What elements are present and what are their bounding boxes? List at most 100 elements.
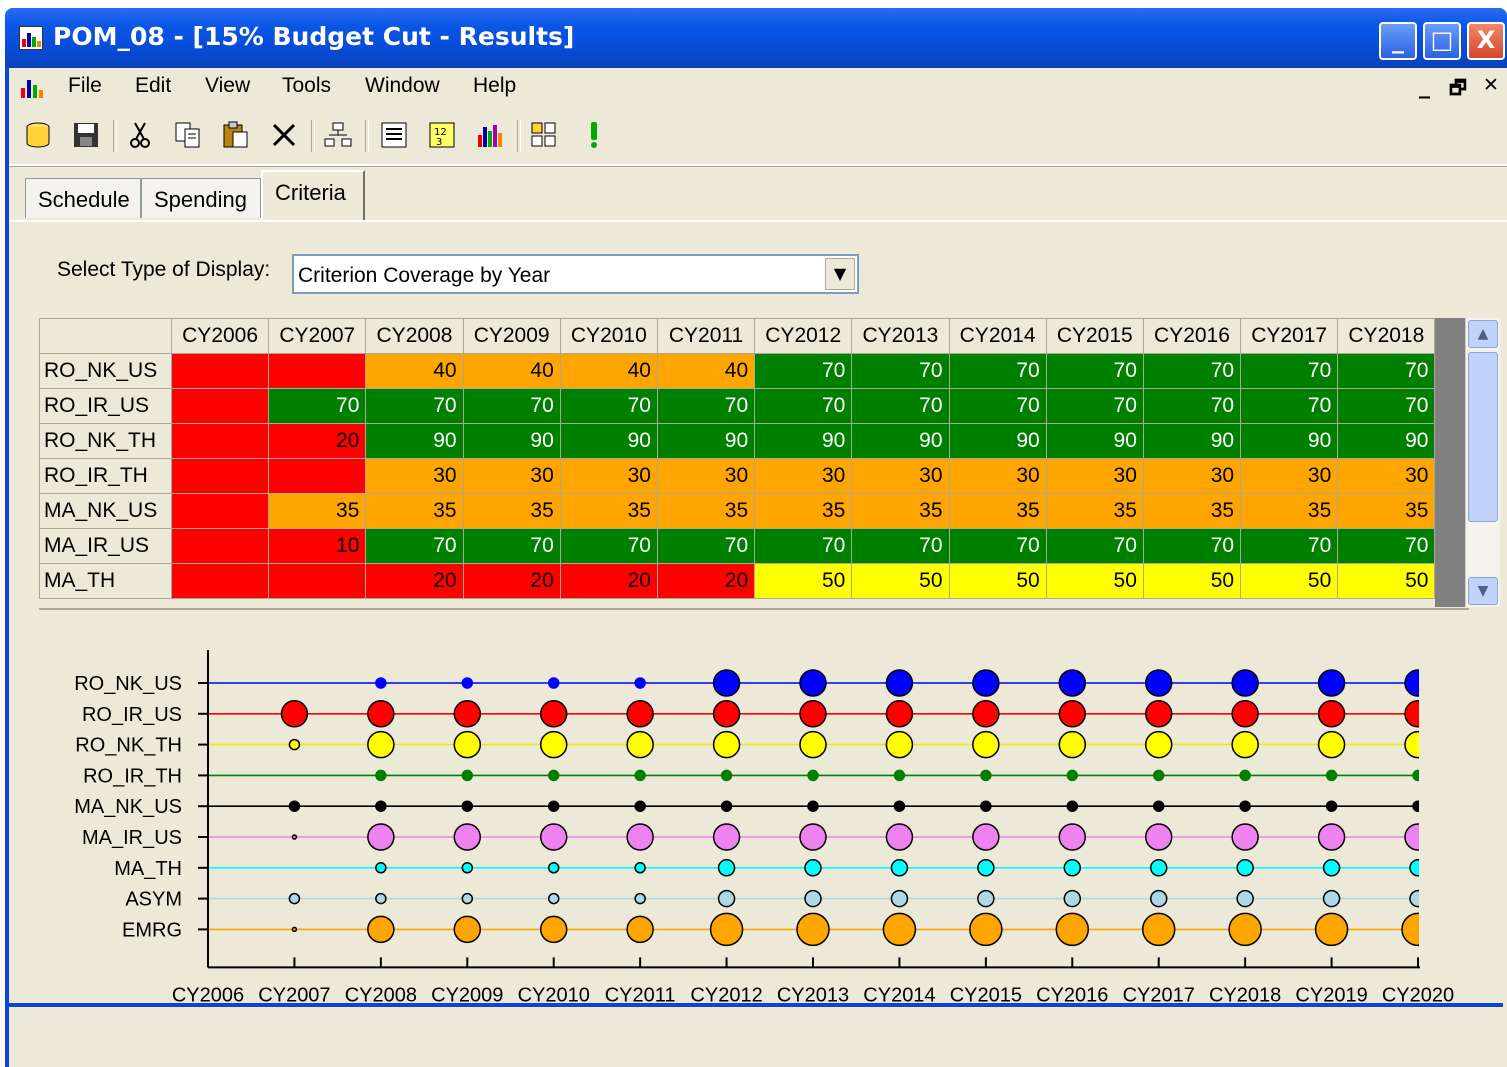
table-cell[interactable]: 35	[1240, 493, 1339, 529]
table-cell[interactable]	[170, 458, 270, 494]
row-header[interactable]: RO_NK_US	[39, 353, 172, 389]
table-cell[interactable]: 70	[948, 528, 1047, 564]
vertical-scrollbar[interactable]: ▲ ▼	[1465, 318, 1500, 607]
row-header[interactable]: MA_NK_US	[39, 493, 172, 529]
table-cell[interactable]: 50	[948, 563, 1047, 599]
table-cell[interactable]: 40	[365, 353, 464, 389]
table-cell[interactable]: 20	[268, 423, 367, 459]
tab-spending[interactable]: Spending	[141, 178, 261, 218]
save-icon[interactable]	[69, 118, 103, 152]
table-cell[interactable]: 20	[559, 563, 658, 599]
mdi-chart-icon[interactable]	[19, 76, 43, 100]
table-cell[interactable]: 35	[462, 493, 561, 529]
table-cell[interactable]: 30	[656, 458, 756, 494]
title-bar[interactable]: POM_08 - [15% Budget Cut - Results] _ □ …	[5, 8, 1507, 68]
table-cell[interactable]: 70	[1240, 528, 1339, 564]
table-cell[interactable]: 35	[1337, 493, 1436, 529]
table-cell[interactable]	[268, 353, 367, 389]
table-cell[interactable]: 30	[365, 458, 464, 494]
scroll-thumb[interactable]	[1468, 352, 1498, 522]
column-header[interactable]: CY2006	[170, 318, 270, 354]
scroll-down-icon[interactable]: ▼	[1468, 577, 1498, 605]
display-type-select[interactable]: Criterion Coverage by Year ▼	[292, 254, 859, 294]
tab-criteria[interactable]: Criteria	[261, 170, 365, 222]
table-corner-header[interactable]	[39, 318, 172, 354]
table-cell[interactable]: 30	[1240, 458, 1339, 494]
menu-file[interactable]: File	[68, 74, 102, 98]
table-cell[interactable]: 20	[462, 563, 561, 599]
table-cell[interactable]: 35	[365, 493, 464, 529]
menu-tools[interactable]: Tools	[282, 74, 331, 98]
table-cell[interactable]: 40	[559, 353, 658, 389]
table-cell[interactable]	[170, 563, 270, 599]
table-cell[interactable]: 90	[851, 423, 950, 459]
row-header[interactable]: RO_IR_US	[39, 388, 172, 424]
table-cell[interactable]: 20	[656, 563, 756, 599]
table-cell[interactable]: 70	[754, 353, 853, 389]
row-header[interactable]: RO_NK_TH	[39, 423, 172, 459]
table-cell[interactable]	[268, 563, 367, 599]
table-cell[interactable]: 35	[1045, 493, 1144, 529]
table-cell[interactable]: 30	[1142, 458, 1242, 494]
table-cell[interactable]: 70	[559, 388, 658, 424]
column-header[interactable]: CY2016	[1142, 318, 1242, 354]
column-header[interactable]: CY2010	[559, 318, 658, 354]
table-row[interactable]: RO_IR_TH 30 30 30 30 30 30 30 30 30 30 30	[39, 458, 1436, 494]
table-cell[interactable]	[268, 458, 367, 494]
minimize-button[interactable]: _	[1379, 22, 1417, 60]
table-cell[interactable]: 50	[1337, 563, 1436, 599]
table-cell[interactable]: 30	[948, 458, 1047, 494]
table-cell[interactable]	[170, 353, 270, 389]
column-header[interactable]: CY2008	[365, 318, 464, 354]
table-cell[interactable]: 90	[1240, 423, 1339, 459]
mdi-close-button[interactable]: ✕	[1483, 74, 1499, 96]
table-cell[interactable]: 35	[559, 493, 658, 529]
table-cell[interactable]: 70	[365, 528, 464, 564]
menu-window[interactable]: Window	[365, 74, 440, 98]
table-cell[interactable]: 50	[1240, 563, 1339, 599]
column-header[interactable]: CY2014	[948, 318, 1047, 354]
table-cell[interactable]: 70	[656, 528, 756, 564]
table-cell[interactable]: 50	[851, 563, 950, 599]
row-header[interactable]: RO_IR_TH	[39, 458, 172, 494]
table-cell[interactable]: 70	[1240, 353, 1339, 389]
layout-icon[interactable]	[527, 118, 561, 152]
column-header[interactable]: CY2017	[1240, 318, 1339, 354]
table-cell[interactable]: 35	[656, 493, 756, 529]
table-cell[interactable]: 90	[1142, 423, 1242, 459]
mdi-restore-button[interactable]: 🗗	[1449, 74, 1467, 106]
table-cell[interactable]: 70	[559, 528, 658, 564]
table-cell[interactable]: 35	[754, 493, 853, 529]
table-cell[interactable]: 70	[1337, 388, 1436, 424]
table-cell[interactable]: 50	[1142, 563, 1242, 599]
table-cell[interactable]: 70	[948, 388, 1047, 424]
table-cell[interactable]: 70	[1045, 528, 1144, 564]
row-header[interactable]: MA_IR_US	[39, 528, 172, 564]
table-cell[interactable]: 35	[268, 493, 367, 529]
table-cell[interactable]: 70	[754, 388, 853, 424]
table-cell[interactable]: 70	[1142, 353, 1242, 389]
paste-icon[interactable]	[219, 118, 253, 152]
table-cell[interactable]: 70	[1337, 528, 1436, 564]
table-cell[interactable]: 70	[268, 388, 367, 424]
table-row[interactable]: RO_NK_US 40 40 40 40 70 70 70 70 70 70 70	[39, 353, 1436, 389]
cut-icon[interactable]	[123, 118, 157, 152]
table-cell[interactable]: 50	[1045, 563, 1144, 599]
table-cell[interactable]: 30	[1045, 458, 1144, 494]
table-cell[interactable]: 90	[1337, 423, 1436, 459]
menu-view[interactable]: View	[205, 74, 250, 98]
table-cell[interactable]: 40	[656, 353, 756, 389]
table-cell[interactable]: 70	[754, 528, 853, 564]
table-cell[interactable]: 70	[1142, 388, 1242, 424]
column-header[interactable]: CY2007	[268, 318, 367, 354]
bar-chart-icon[interactable]	[473, 118, 507, 152]
table-cell[interactable]: 70	[851, 353, 950, 389]
chevron-down-icon[interactable]: ▼	[825, 258, 855, 290]
hierarchy-icon[interactable]	[321, 118, 355, 152]
table-cell[interactable]: 50	[754, 563, 853, 599]
table-cell[interactable]	[170, 493, 270, 529]
table-cell[interactable]: 30	[754, 458, 853, 494]
table-cell[interactable]: 35	[1142, 493, 1242, 529]
table-cell[interactable]: 70	[462, 388, 561, 424]
column-header[interactable]: CY2013	[851, 318, 950, 354]
